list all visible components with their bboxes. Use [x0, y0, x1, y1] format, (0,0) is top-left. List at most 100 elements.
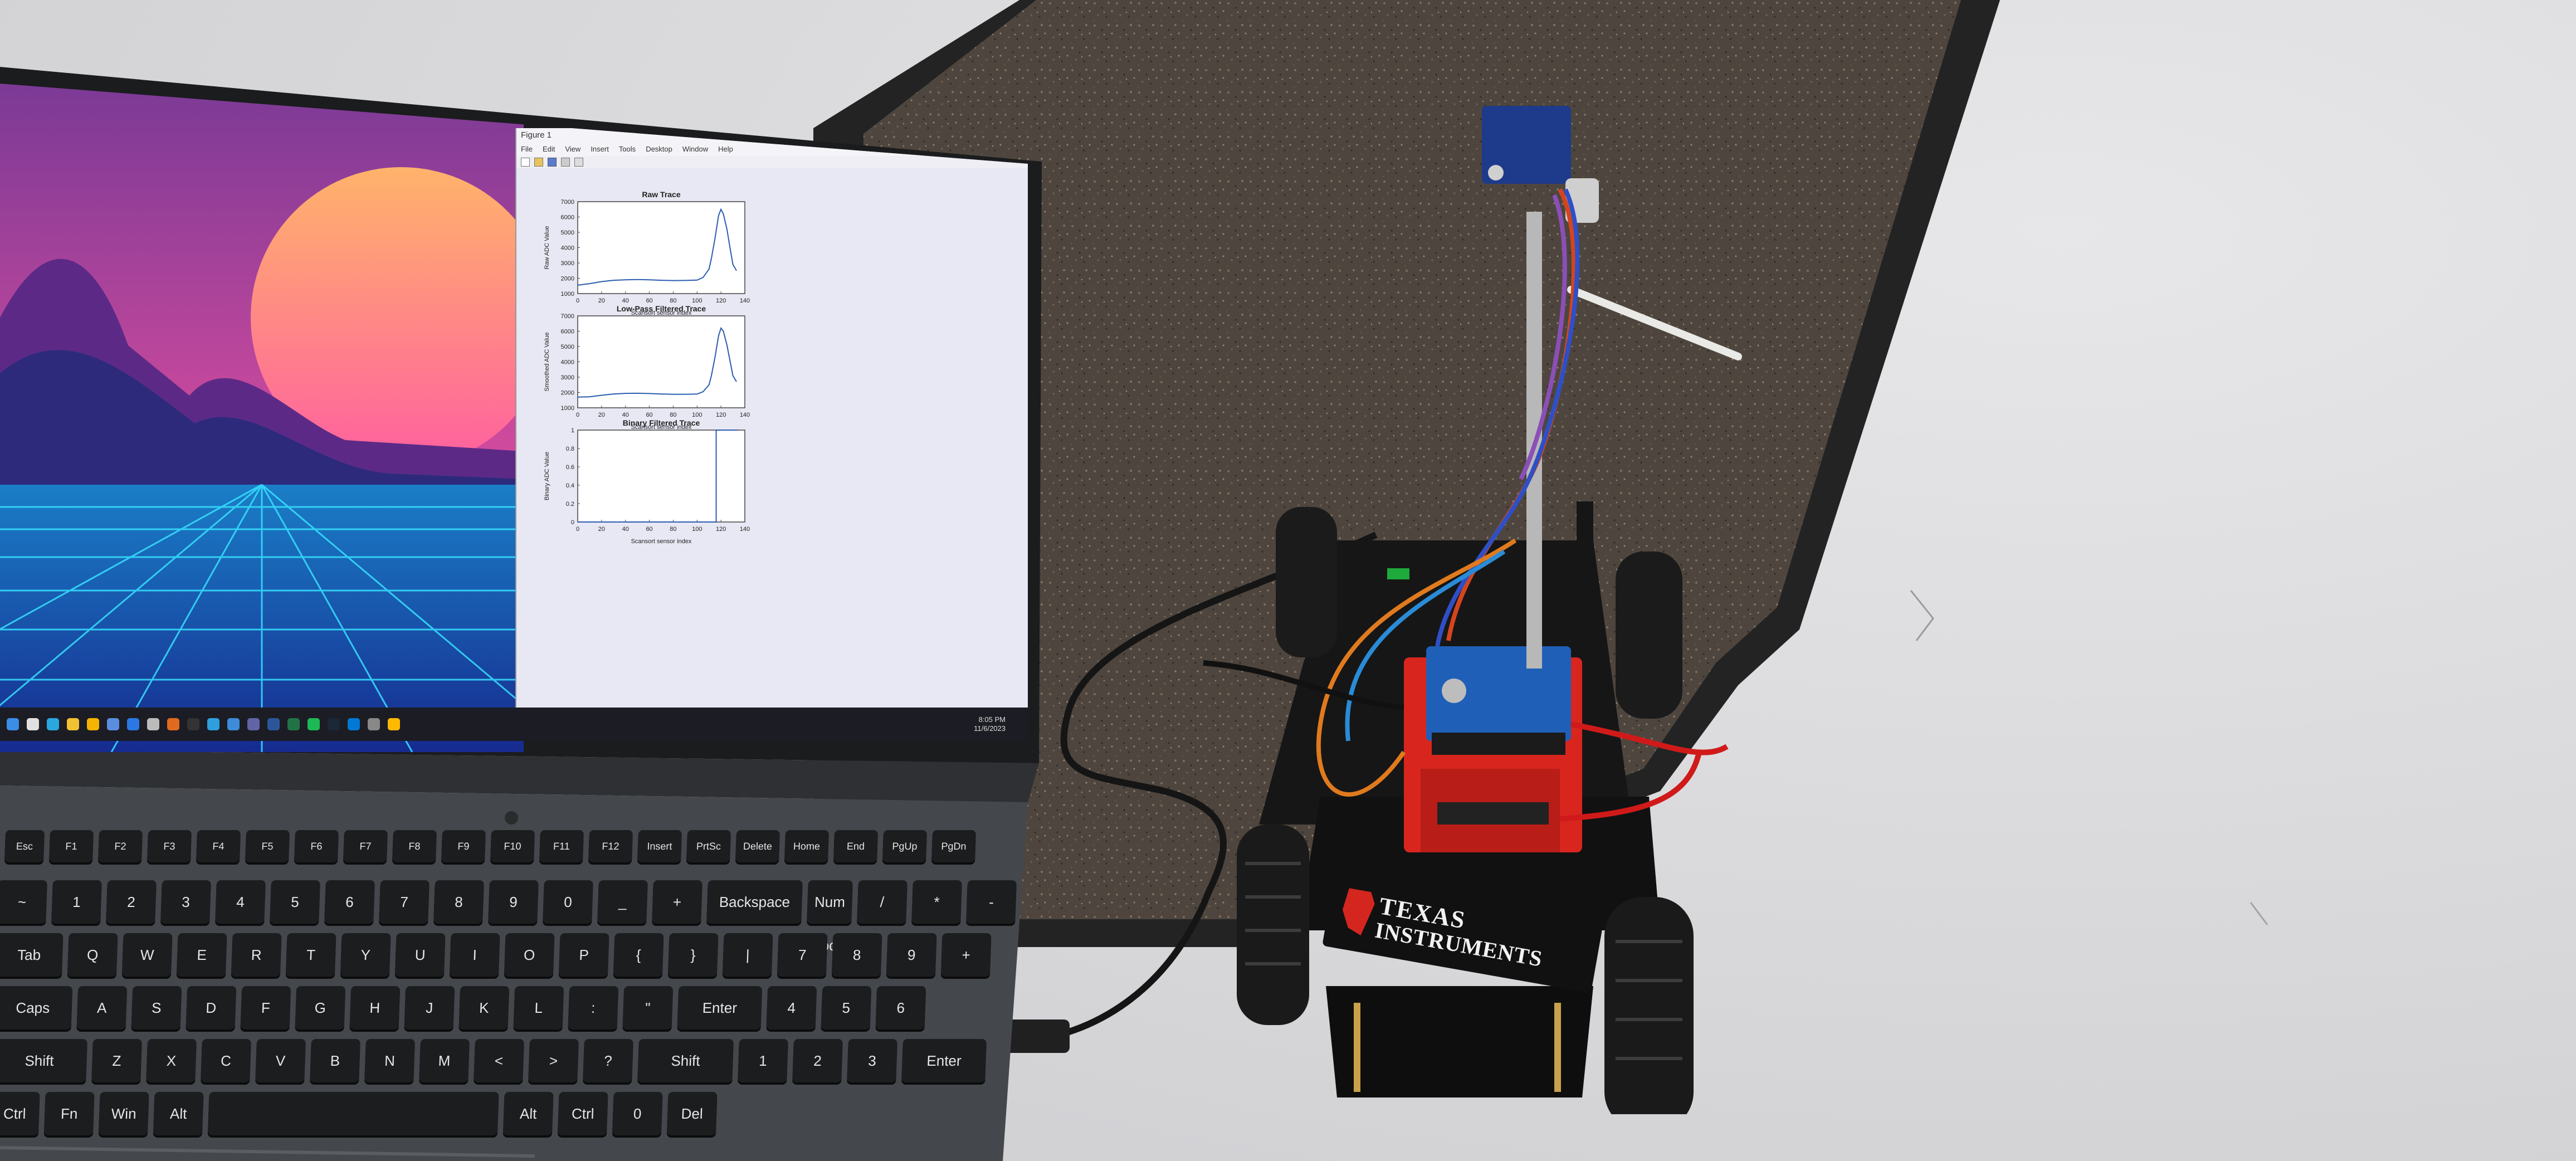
- calendar-icon[interactable]: [227, 718, 240, 730]
- key--[interactable]: *: [911, 880, 962, 924]
- key--[interactable]: /: [857, 880, 908, 924]
- key-space[interactable]: [207, 1092, 499, 1135]
- key-pgup[interactable]: PgUp: [882, 830, 927, 862]
- key-8[interactable]: 8: [433, 880, 484, 924]
- camera-icon[interactable]: [368, 718, 380, 730]
- key--[interactable]: {: [613, 933, 664, 977]
- menu-item-view[interactable]: View: [565, 143, 580, 156]
- key-x[interactable]: X: [146, 1039, 197, 1082]
- key-6[interactable]: 6: [324, 880, 375, 924]
- key-7[interactable]: 7: [379, 880, 430, 924]
- new-figure-icon[interactable]: [521, 158, 530, 167]
- key-t[interactable]: T: [285, 933, 336, 977]
- key--[interactable]: ?: [583, 1039, 633, 1082]
- key-r[interactable]: R: [231, 933, 282, 977]
- key-0[interactable]: 0: [612, 1092, 663, 1135]
- key-end[interactable]: End: [833, 830, 878, 862]
- data-cursor-icon[interactable]: [574, 158, 583, 167]
- chrome-icon[interactable]: [67, 718, 79, 730]
- key-5[interactable]: 5: [821, 986, 872, 1030]
- key-f5[interactable]: F5: [245, 830, 290, 862]
- key-s[interactable]: S: [131, 986, 182, 1030]
- key-6[interactable]: 6: [875, 986, 926, 1030]
- key-5[interactable]: 5: [270, 880, 320, 924]
- key-f2[interactable]: F2: [97, 830, 143, 862]
- key-f7[interactable]: F7: [343, 830, 388, 862]
- word-icon[interactable]: [267, 718, 280, 730]
- key-ctrl[interactable]: Ctrl: [557, 1092, 608, 1135]
- key-2[interactable]: 2: [792, 1039, 843, 1082]
- key-n[interactable]: N: [364, 1039, 415, 1082]
- menu-item-desktop[interactable]: Desktop: [646, 143, 672, 156]
- menu-item-help[interactable]: Help: [718, 143, 733, 156]
- key--[interactable]: :: [568, 986, 619, 1030]
- key--[interactable]: >: [528, 1039, 579, 1082]
- key-f1[interactable]: F1: [48, 830, 94, 862]
- save-icon[interactable]: [548, 158, 557, 167]
- key--[interactable]: +: [940, 933, 992, 977]
- key-enter[interactable]: Enter: [901, 1039, 987, 1082]
- steam-icon[interactable]: [328, 718, 340, 730]
- key-o[interactable]: O: [504, 933, 555, 977]
- key-7[interactable]: 7: [777, 933, 828, 977]
- key-esc[interactable]: Esc: [4, 830, 45, 862]
- key-0[interactable]: 0: [543, 880, 593, 924]
- key--[interactable]: }: [667, 933, 719, 977]
- vscode-icon[interactable]: [348, 718, 360, 730]
- key-num-lock[interactable]: Num Lock: [807, 880, 853, 954]
- spotify-icon[interactable]: [308, 718, 320, 730]
- key-a[interactable]: A: [76, 986, 128, 1030]
- key-j[interactable]: J: [404, 986, 455, 1030]
- key-8[interactable]: 8: [831, 933, 882, 977]
- key-y[interactable]: Y: [340, 933, 391, 977]
- key--[interactable]: _: [597, 880, 648, 924]
- open-icon[interactable]: [534, 158, 543, 167]
- key-d[interactable]: D: [186, 986, 237, 1030]
- key-f8[interactable]: F8: [392, 830, 437, 862]
- key-u[interactable]: U: [394, 933, 446, 977]
- excel-icon[interactable]: [287, 718, 300, 730]
- key-v[interactable]: V: [255, 1039, 306, 1082]
- key-q[interactable]: Q: [67, 933, 118, 977]
- key-f3[interactable]: F3: [147, 830, 192, 862]
- matlab-icon[interactable]: [167, 718, 179, 730]
- menu-item-file[interactable]: File: [521, 143, 533, 156]
- key-l[interactable]: L: [513, 986, 564, 1030]
- key-alt[interactable]: Alt: [502, 1092, 554, 1135]
- key-i[interactable]: I: [449, 933, 500, 977]
- key-f12[interactable]: F12: [588, 830, 633, 862]
- print-icon[interactable]: [561, 158, 570, 167]
- teams-icon[interactable]: [247, 718, 260, 730]
- key-del[interactable]: Del: [666, 1092, 718, 1135]
- menu-item-edit[interactable]: Edit: [543, 143, 555, 156]
- start-icon[interactable]: [7, 718, 19, 730]
- key-backspace[interactable]: Backspace: [706, 880, 803, 924]
- key-tab[interactable]: Tab: [0, 933, 64, 977]
- key-h[interactable]: H: [349, 986, 401, 1030]
- key-shift[interactable]: Shift: [637, 1039, 734, 1082]
- key--[interactable]: ": [622, 986, 674, 1030]
- key--[interactable]: +: [652, 880, 702, 924]
- key-w[interactable]: W: [121, 933, 173, 977]
- key--[interactable]: |: [722, 933, 773, 977]
- key-prtsc[interactable]: PrtSc: [686, 830, 731, 862]
- key-delete[interactable]: Delete: [735, 830, 780, 862]
- key-m[interactable]: M: [419, 1039, 470, 1082]
- mail-icon[interactable]: [127, 718, 139, 730]
- menu-item-tools[interactable]: Tools: [619, 143, 636, 156]
- key-b[interactable]: B: [310, 1039, 360, 1082]
- key-f4[interactable]: F4: [196, 830, 241, 862]
- key-shift[interactable]: Shift: [0, 1039, 87, 1082]
- settings-icon[interactable]: [147, 718, 159, 730]
- terminal-icon[interactable]: [187, 718, 199, 730]
- edge-icon[interactable]: [47, 718, 59, 730]
- key-z[interactable]: Z: [91, 1039, 142, 1082]
- files-icon[interactable]: [388, 718, 400, 730]
- key--[interactable]: ~: [0, 880, 47, 924]
- key-3[interactable]: 3: [847, 1039, 897, 1082]
- key--[interactable]: -: [966, 880, 1017, 924]
- key-1[interactable]: 1: [51, 880, 102, 924]
- key-f10[interactable]: F10: [490, 830, 535, 862]
- key-enter[interactable]: Enter: [677, 986, 763, 1030]
- key-pgdn[interactable]: PgDn: [931, 830, 976, 862]
